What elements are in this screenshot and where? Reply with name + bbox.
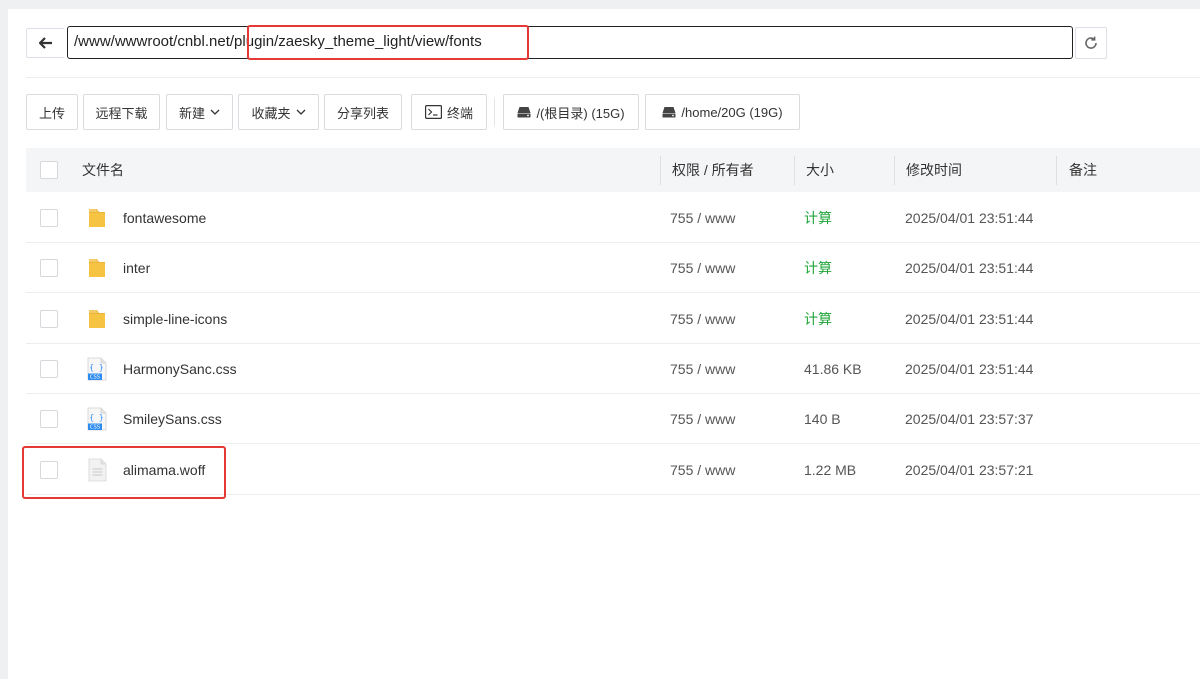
table-row[interactable]: inter 755 / www 计算 2025/04/01 23:51:44	[26, 243, 1200, 294]
chevron-down-icon	[296, 109, 305, 115]
column-divider[interactable]	[660, 156, 661, 185]
column-header-size[interactable]: 大小	[806, 148, 834, 192]
svg-text:CSS: CSS	[90, 425, 100, 431]
favorites-dropdown-button[interactable]: 收藏夹	[238, 94, 319, 130]
file-icon	[84, 457, 110, 483]
disk-icon	[662, 107, 676, 118]
terminal-label: 终端	[446, 105, 473, 121]
file-mtime: 2025/04/01 23:51:44	[905, 210, 1034, 226]
css-file-icon: { } CSS	[84, 406, 110, 432]
toolbar-divider	[494, 98, 495, 126]
row-checkbox[interactable]	[40, 259, 58, 278]
column-header-perm[interactable]: 权限 / 所有者	[672, 148, 754, 192]
file-size: 1.22 MB	[804, 461, 857, 478]
file-mtime: 2025/04/01 23:57:37	[905, 411, 1034, 428]
row-checkbox[interactable]	[40, 410, 58, 429]
calc-size-link[interactable]: 计算	[804, 193, 832, 243]
disk-home-label: /home/20G (19G)	[681, 104, 783, 120]
arrow-left-icon	[38, 37, 52, 49]
upload-button[interactable]: 上传	[26, 94, 78, 130]
new-dropdown-button[interactable]: 新建	[166, 94, 233, 130]
css-file-icon: { } CSS	[84, 356, 110, 382]
column-header-remark[interactable]: 备注	[1069, 148, 1097, 192]
file-name[interactable]: SmileySans.css	[123, 394, 222, 444]
file-permission[interactable]: 755 / www	[670, 294, 735, 344]
path-input[interactable]: /www/wwwroot/cnbl.net/plugin/zaesky_them…	[67, 26, 1073, 59]
share-list-button[interactable]: 分享列表	[324, 94, 402, 130]
divider	[26, 77, 1200, 78]
folder-icon	[84, 306, 110, 332]
file-name[interactable]: inter	[123, 243, 150, 293]
terminal-icon	[424, 105, 442, 119]
table-row[interactable]: alimama.woff 755 / www 1.22 MB 2025/04/01 2…	[26, 445, 1200, 495]
remote-download-label: 远程下载	[95, 105, 148, 121]
file-name[interactable]: simple-line-icons	[123, 294, 227, 344]
chevron-down-icon	[210, 109, 220, 115]
terminal-button[interactable]: 终端	[411, 94, 487, 130]
remote-download-button[interactable]: 远程下载	[83, 94, 160, 130]
new-label: 新建	[178, 105, 205, 121]
row-checkbox[interactable]	[40, 209, 58, 227]
back-button[interactable]	[26, 28, 64, 58]
file-mtime: 2025/04/01 23:51:44	[905, 360, 1034, 377]
table-row[interactable]: fontawesome 755 / www 计算 2025/04/01 23:51:4…	[26, 193, 1200, 243]
file-name[interactable]: HarmonySanc.css	[123, 344, 237, 394]
svg-text:CSS: CSS	[90, 375, 100, 381]
file-permission[interactable]: 755 / www	[670, 394, 735, 444]
column-header-name[interactable]: 文件名	[82, 148, 124, 192]
table-row[interactable]: simple-line-icons 755 / www 计算 2025/04/01 2…	[26, 294, 1200, 344]
disk-root-label: /(根目录) (15G)	[536, 105, 625, 121]
file-manager-panel: /www/wwwroot/cnbl.net/plugin/zaesky_them…	[8, 9, 1200, 679]
file-size: 140 B	[804, 411, 841, 428]
folder-icon	[84, 205, 110, 231]
refresh-icon	[1085, 36, 1097, 49]
table-row[interactable]: { } CSS HarmonySanc.css 755 / www 41.86 KB 20…	[26, 344, 1200, 394]
file-mtime: 2025/04/01 23:57:21	[905, 461, 1034, 478]
path-bar: /www/wwwroot/cnbl.net/plugin/zaesky_them…	[26, 26, 1107, 60]
file-permission[interactable]: 755 / www	[670, 445, 735, 495]
svg-text:{ }: { }	[89, 413, 103, 422]
row-checkbox[interactable]	[40, 460, 58, 479]
file-mtime: 2025/04/01 23:51:44	[905, 310, 1034, 327]
svg-text:{ }: { }	[89, 363, 103, 372]
disk-icon	[517, 107, 531, 118]
row-checkbox[interactable]	[40, 309, 58, 328]
file-name[interactable]: alimama.woff	[123, 445, 205, 495]
refresh-button[interactable]	[1075, 27, 1107, 59]
column-divider[interactable]	[794, 156, 795, 185]
file-mtime: 2025/04/01 23:51:44	[905, 260, 1034, 277]
folder-icon	[84, 255, 110, 281]
upload-label: 上传	[38, 105, 65, 121]
row-checkbox[interactable]	[40, 359, 58, 378]
table-header: 文件名 权限 / 所有者 大小 修改时间 备注	[26, 148, 1200, 192]
file-size: 41.86 KB	[804, 360, 862, 377]
file-permission[interactable]: 755 / www	[670, 243, 735, 293]
table-row[interactable]: { } CSS SmileySans.css 755 / www 140 B 2025/0…	[26, 394, 1200, 445]
file-name[interactable]: fontawesome	[123, 193, 206, 243]
calc-size-link[interactable]: 计算	[804, 243, 832, 293]
favorites-label: 收藏夹	[251, 105, 291, 121]
select-all-checkbox[interactable]	[40, 161, 58, 179]
file-permission[interactable]: 755 / www	[670, 344, 735, 394]
disk-home-button[interactable]: /home/20G (19G)	[645, 94, 800, 130]
column-divider[interactable]	[894, 156, 895, 185]
share-list-label: 分享列表	[336, 105, 389, 121]
disk-root-button[interactable]: /(根目录) (15G)	[503, 94, 639, 130]
column-divider[interactable]	[1056, 156, 1057, 185]
calc-size-link[interactable]: 计算	[804, 294, 832, 344]
file-permission[interactable]: 755 / www	[670, 193, 735, 243]
column-header-mtime[interactable]: 修改时间	[906, 148, 962, 192]
